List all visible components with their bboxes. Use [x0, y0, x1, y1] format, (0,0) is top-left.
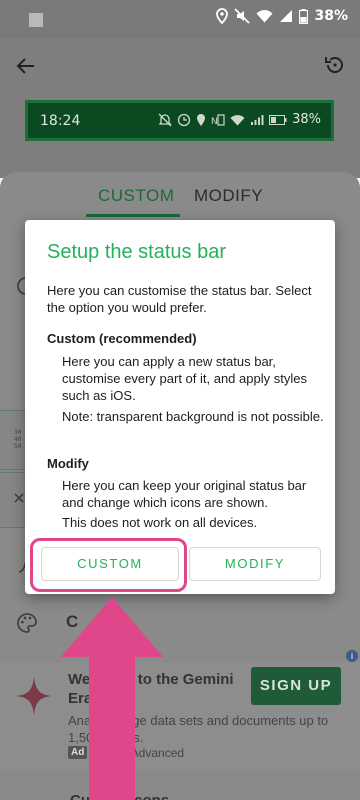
- tab-indicator: [86, 214, 180, 217]
- preset-card-partial[interactable]: [0, 472, 26, 528]
- custom-note: Note: transparent background is not poss…: [62, 409, 324, 424]
- highlight-ring-annotation: [30, 538, 187, 592]
- close-icon: [14, 493, 24, 503]
- svg-text:N: N: [211, 117, 218, 127]
- gemini-logo-icon: [16, 676, 52, 716]
- preview-wifi-icon: [230, 114, 245, 125]
- preset-mini-label: 40: [14, 436, 22, 443]
- preview-bell-off-icon: [158, 113, 172, 126]
- location-icon: [216, 8, 229, 24]
- preview-battery-icon: [269, 114, 287, 125]
- preset-card-partial[interactable]: 30 40 50: [0, 410, 26, 470]
- custom-heading: Custom (recommended): [47, 331, 197, 346]
- preset-mini-label: 50: [14, 443, 22, 450]
- notification-square-icon: [29, 13, 43, 27]
- modify-note: This does not work on all devices.: [62, 515, 258, 530]
- preset-mini-label: 30: [14, 429, 22, 436]
- preset-mini-labels: 30 40 50: [14, 429, 21, 450]
- dialog-intro: Here you can customise the status bar. S…: [47, 283, 312, 315]
- tab-custom[interactable]: CUSTOM: [98, 186, 174, 206]
- system-status-bar: 38%: [0, 0, 360, 38]
- preview-nfc-icon: N: [211, 113, 225, 127]
- battery-icon: [299, 8, 309, 24]
- modify-button[interactable]: MODIFY: [189, 547, 321, 581]
- wifi-icon: [256, 10, 273, 23]
- tab-modify[interactable]: MODIFY: [194, 186, 263, 206]
- preview-signal-icon: [251, 114, 264, 125]
- system-status-icons: 38%: [216, 8, 348, 24]
- ad-card[interactable]: Welcome to the Gemini Era SIGN UP Analyz…: [0, 662, 360, 770]
- status-bar-preview: 18:24 N 38%: [25, 100, 334, 141]
- sign-up-button[interactable]: SIGN UP: [251, 667, 341, 705]
- preview-icons: N 38%: [158, 112, 321, 127]
- preview-time: 18:24: [40, 113, 81, 129]
- preview-location-icon: [197, 113, 206, 126]
- back-arrow-icon[interactable]: [16, 56, 36, 76]
- preview-sync-icon: [177, 113, 191, 126]
- restore-icon[interactable]: [324, 54, 346, 76]
- ad-info-icon[interactable]: i: [346, 650, 358, 662]
- cell-signal-icon: [280, 10, 293, 22]
- custom-description: Here you can apply a new status bar, cus…: [62, 354, 307, 403]
- modify-description: Here you can keep your original status b…: [62, 478, 307, 510]
- mute-icon: [234, 8, 251, 24]
- dialog-title: Setup the status bar: [47, 241, 227, 263]
- battery-percent: 38%: [314, 8, 348, 24]
- preview-battery-percent: 38%: [292, 112, 321, 127]
- app-header: 18:24 N 38%: [0, 38, 360, 178]
- pointer-arrow-icon: [61, 597, 163, 800]
- modify-heading: Modify: [47, 456, 89, 471]
- palette-icon: [17, 613, 37, 633]
